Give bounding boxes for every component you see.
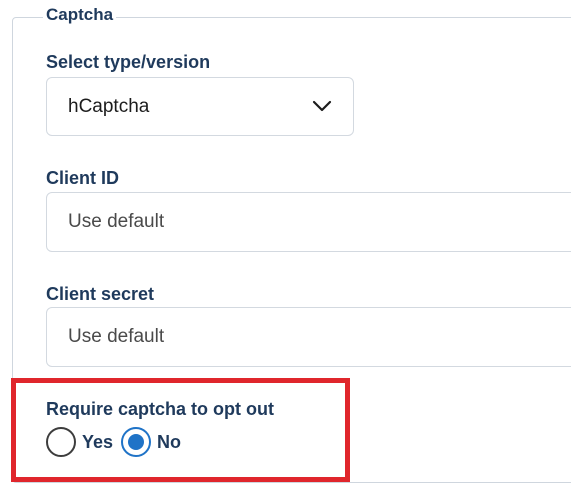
opt-out-no-radio[interactable] <box>121 427 152 457</box>
chevron-down-icon <box>312 100 332 112</box>
opt-out-radio-group: Yes No <box>46 426 189 458</box>
opt-out-yes-radio[interactable] <box>46 427 76 457</box>
opt-out-label: Require captcha to opt out <box>46 399 275 419</box>
captcha-type-select[interactable]: hCaptcha <box>46 77 354 136</box>
client-secret-input[interactable] <box>46 307 571 367</box>
opt-out-no-label[interactable]: No <box>157 432 181 453</box>
client-id-label: Client ID <box>46 168 120 188</box>
client-secret-label: Client secret <box>46 284 155 304</box>
fieldset-legend: Captcha <box>43 4 117 26</box>
opt-out-yes-label[interactable]: Yes <box>82 432 113 453</box>
captcha-type-selected-value: hCaptcha <box>68 96 150 117</box>
captcha-type-label: Select type/version <box>46 52 211 72</box>
client-id-input[interactable] <box>46 192 571 252</box>
